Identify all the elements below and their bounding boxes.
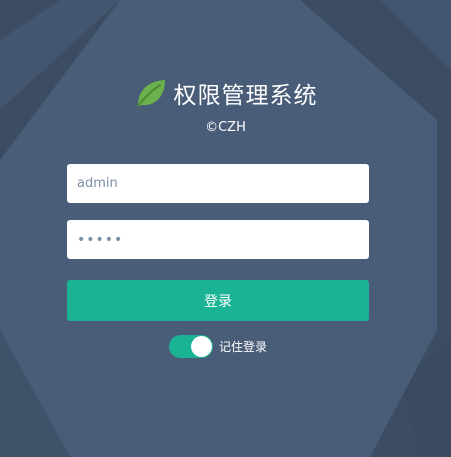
page-title: 权限管理系统 bbox=[173, 83, 318, 109]
password-input[interactable] bbox=[67, 220, 369, 259]
username-input[interactable] bbox=[67, 164, 369, 203]
title-row: 权限管理系统 bbox=[134, 76, 318, 110]
toggle-knob bbox=[191, 336, 212, 357]
login-header: 权限管理系统 ©CZH bbox=[0, 76, 451, 135]
leaf-icon bbox=[134, 76, 168, 110]
copyright-text: ©CZH bbox=[205, 120, 246, 135]
remember-label: 记住登录 bbox=[219, 340, 268, 354]
remember-login: 记住登录 bbox=[169, 335, 267, 358]
remember-toggle[interactable] bbox=[169, 335, 213, 358]
login-button[interactable]: 登录 bbox=[67, 280, 369, 321]
